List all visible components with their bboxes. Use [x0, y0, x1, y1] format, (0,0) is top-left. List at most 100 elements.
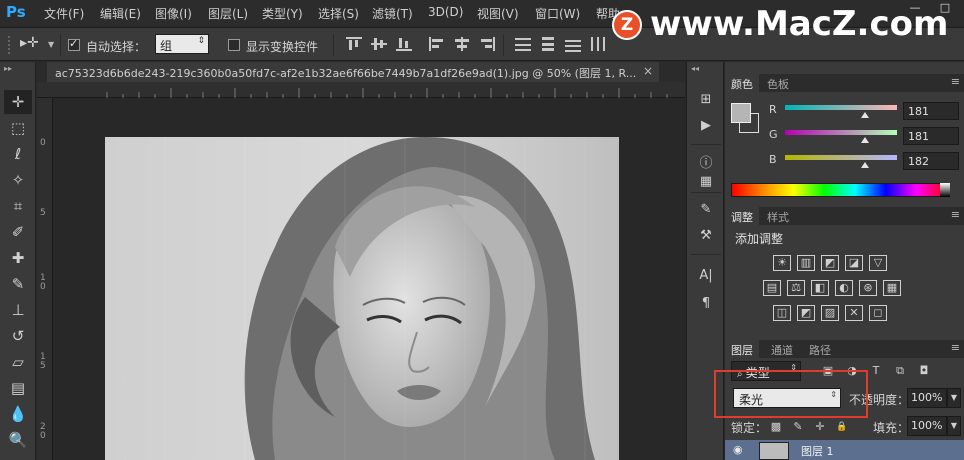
auto-select-checkbox[interactable]: [68, 37, 80, 51]
minimize-button[interactable]: —: [900, 2, 930, 16]
lasso-tool-icon[interactable]: ℓ: [4, 142, 32, 166]
posterize-icon[interactable]: ◩: [797, 305, 815, 321]
value-g[interactable]: 181: [903, 127, 959, 145]
fill-field[interactable]: 100%: [907, 416, 947, 436]
menu-edit[interactable]: 编辑(E): [100, 5, 141, 22]
color-lookup-icon[interactable]: ▦: [883, 280, 901, 296]
properties-panel-icon[interactable]: ▦: [696, 172, 716, 192]
slider-track-r[interactable]: [785, 105, 897, 110]
opacity-dropdown-icon[interactable]: ▼: [947, 388, 961, 408]
auto-select-dropdown[interactable]: 组 ⇕: [155, 34, 209, 54]
align-bottom-icon[interactable]: [395, 36, 413, 52]
menu-layer[interactable]: 图层(L): [208, 5, 248, 22]
magic-wand-tool-icon[interactable]: ✧: [4, 168, 32, 192]
slider-track-g[interactable]: [785, 130, 897, 135]
panel-menu-icon[interactable]: ≡: [951, 75, 960, 88]
character-panel-icon[interactable]: A|: [696, 266, 716, 286]
marquee-tool-icon[interactable]: ⬚: [4, 116, 32, 140]
tab-adjustments[interactable]: 调整: [725, 207, 759, 225]
fill-dropdown-icon[interactable]: ▼: [947, 416, 961, 436]
move-tool-icon[interactable]: ✛: [4, 90, 32, 114]
lock-all-icon[interactable]: 🔒: [835, 420, 849, 434]
slider-thumb-g[interactable]: [861, 137, 869, 143]
distribute-left-icon[interactable]: [589, 36, 607, 52]
tab-styles[interactable]: 样式: [761, 207, 795, 225]
paragraph-panel-icon[interactable]: ¶: [696, 294, 716, 314]
value-b[interactable]: 182: [903, 152, 959, 170]
history-brush-tool-icon[interactable]: ↺: [4, 324, 32, 348]
gradient-tool-icon[interactable]: ▤: [4, 376, 32, 400]
panel-menu-icon[interactable]: ≡: [951, 208, 960, 221]
color-balance-icon[interactable]: ⚖: [787, 280, 805, 296]
history-panel-icon[interactable]: ⊞: [696, 90, 716, 110]
maximize-button[interactable]: □: [930, 2, 960, 16]
lock-transparent-icon[interactable]: ▩: [769, 420, 783, 434]
chevron-down-icon[interactable]: ▼: [48, 40, 54, 49]
tab-color[interactable]: 颜色: [725, 74, 759, 92]
gradient-map-icon[interactable]: ✕: [845, 305, 863, 321]
slider-track-b[interactable]: [785, 155, 897, 160]
layer-row[interactable]: ◉ 图层 1: [725, 440, 964, 460]
tool-presets-icon[interactable]: ⚒: [696, 226, 716, 246]
curves-icon[interactable]: ◩: [821, 255, 839, 271]
menu-3d[interactable]: 3D(D): [428, 5, 463, 19]
slider-thumb-r[interactable]: [861, 112, 869, 118]
filter-shape-icon[interactable]: ⧉: [893, 364, 907, 378]
threshold-icon[interactable]: ▨: [821, 305, 839, 321]
value-r[interactable]: 181: [903, 102, 959, 120]
menu-image[interactable]: 图像(I): [155, 5, 192, 22]
tab-paths[interactable]: 路径: [803, 340, 837, 358]
distribute-bottom-icon[interactable]: [564, 36, 582, 52]
canvas-area[interactable]: [54, 99, 685, 460]
healing-brush-tool-icon[interactable]: ✚: [4, 246, 32, 270]
align-hcenter-icon[interactable]: [453, 36, 471, 52]
tab-channels[interactable]: 通道: [765, 340, 799, 358]
menu-window[interactable]: 窗口(W): [535, 5, 580, 22]
show-transform-checkbox[interactable]: [228, 39, 240, 51]
crop-tool-icon[interactable]: ⌗: [4, 194, 32, 218]
eraser-tool-icon[interactable]: ▱: [4, 350, 32, 374]
menu-filter[interactable]: 滤镜(T): [372, 5, 413, 22]
visibility-eye-icon[interactable]: ◉: [733, 443, 743, 456]
opacity-field[interactable]: 100%: [907, 388, 947, 408]
brightness-contrast-icon[interactable]: ☀: [773, 255, 791, 271]
photo-filter-icon[interactable]: ◐: [835, 280, 853, 296]
color-spectrum[interactable]: [731, 183, 948, 197]
hue-saturation-icon[interactable]: ▤: [763, 280, 781, 296]
brush-tool-icon[interactable]: ✎: [4, 272, 32, 296]
eyedropper-tool-icon[interactable]: ✐: [4, 220, 32, 244]
align-left-icon[interactable]: [428, 36, 446, 52]
menu-view[interactable]: 视图(V): [477, 5, 519, 22]
foreground-color-swatch[interactable]: [731, 103, 751, 123]
clone-stamp-tool-icon[interactable]: ⊥: [4, 298, 32, 322]
document-image[interactable]: [105, 137, 619, 460]
filter-type-icon[interactable]: T: [869, 364, 883, 378]
brush-panel-icon[interactable]: ✎: [696, 200, 716, 220]
distribute-top-icon[interactable]: [514, 36, 532, 52]
dodge-tool-icon[interactable]: 🔍: [4, 428, 32, 452]
black-white-icon[interactable]: ◧: [811, 280, 829, 296]
vibrance-icon[interactable]: ▽: [869, 255, 887, 271]
spectrum-black-white[interactable]: [940, 183, 950, 197]
menu-select[interactable]: 选择(S): [318, 5, 359, 22]
exposure-icon[interactable]: ◪: [845, 255, 863, 271]
filter-smart-object-icon[interactable]: ◘: [917, 364, 931, 378]
document-tab[interactable]: ac75323d6b6de243-219c360b0a50fd7c-af2e1b…: [47, 62, 659, 82]
info-panel-icon[interactable]: ⓘ: [696, 154, 716, 174]
align-top-icon[interactable]: [345, 36, 363, 52]
lock-pixels-icon[interactable]: ✎: [791, 420, 805, 434]
lock-position-icon[interactable]: ✛: [813, 420, 827, 434]
panel-menu-icon[interactable]: ≡: [951, 341, 960, 354]
menu-file[interactable]: 文件(F): [44, 5, 84, 22]
invert-icon[interactable]: ◫: [773, 305, 791, 321]
channel-mixer-icon[interactable]: ⊛: [859, 280, 877, 296]
levels-icon[interactable]: ▥: [797, 255, 815, 271]
actions-panel-icon[interactable]: ▶: [696, 116, 716, 136]
tab-swatches[interactable]: 色板: [761, 74, 795, 92]
selective-color-icon[interactable]: ◻: [869, 305, 887, 321]
slider-thumb-b[interactable]: [861, 162, 869, 168]
distribute-vcenter-icon[interactable]: [539, 36, 557, 52]
tab-layers[interactable]: 图层: [725, 340, 759, 358]
align-right-icon[interactable]: [478, 36, 496, 52]
move-tool-preset-icon[interactable]: ▸✛: [20, 35, 39, 51]
